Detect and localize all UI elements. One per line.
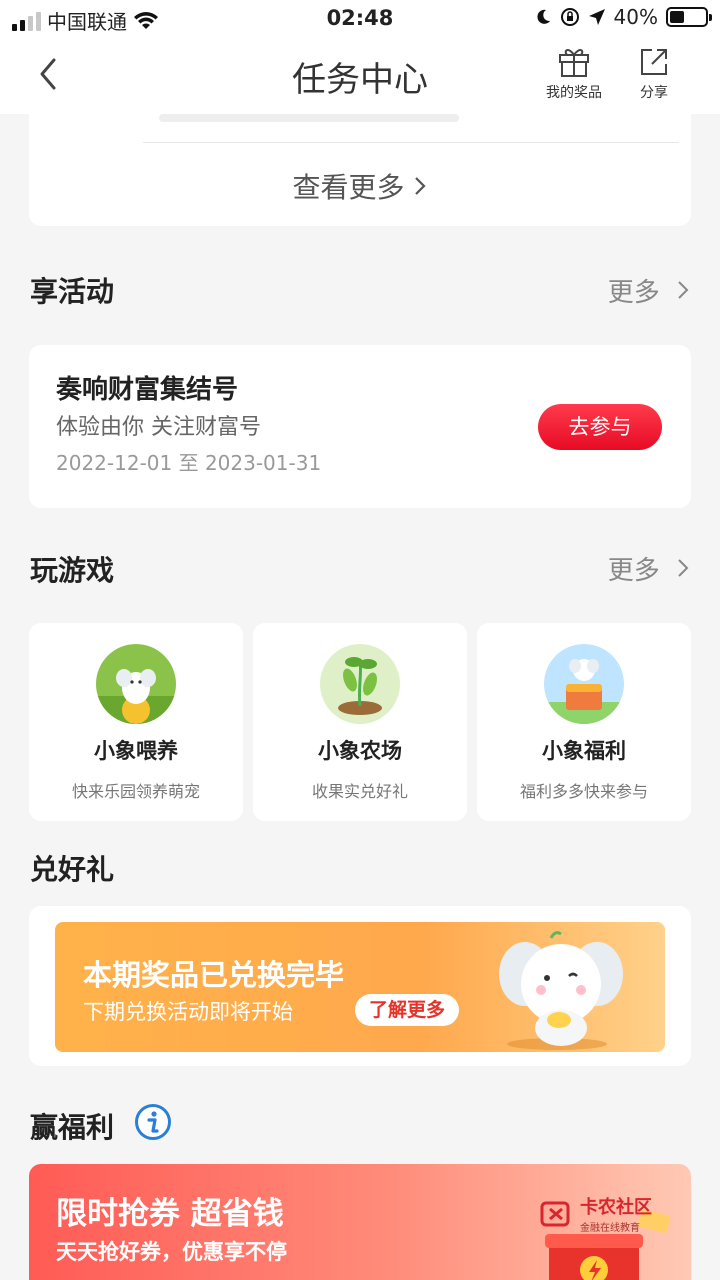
game-card-welfare[interactable]: 小象福利 福利多多快来参与 <box>477 623 691 821</box>
welfare-title: 赢福利 <box>30 1111 115 1144</box>
activity-desc: 体验由你 关注财富号 <box>56 415 261 440</box>
battery-percent: 40% <box>613 5 658 29</box>
top-bar: 中国联通 02:48 40% 任务中心 我的奖品 分享 <box>0 0 720 114</box>
divider <box>143 142 679 143</box>
battery-icon <box>666 7 712 27</box>
game-name: 小象农场 <box>318 739 402 763</box>
chevron-right-icon <box>415 177 427 195</box>
watermark-name: 卡农社区 <box>580 1197 652 1218</box>
bean-sprout-icon <box>320 644 400 724</box>
my-prizes-button[interactable]: 我的奖品 <box>534 46 614 102</box>
elephant-mascot-icon <box>499 931 623 1050</box>
activities-more-link[interactable]: 更多 <box>608 272 690 309</box>
nav-bar: 任务中心 我的奖品 分享 <box>0 38 720 114</box>
gift-icon <box>559 49 589 77</box>
elephant-feeding-icon <box>96 644 176 724</box>
game-card-farm[interactable]: 小象农场 收果实兑好礼 <box>253 623 467 821</box>
banner-title: 本期奖品已兑换完毕 <box>83 958 345 992</box>
activities-title: 享活动 <box>30 275 115 308</box>
join-button[interactable]: 去参与 <box>538 404 662 450</box>
game-desc: 收果实兑好礼 <box>311 782 408 801</box>
task-list-card: 查看更多 <box>29 114 691 226</box>
game-name: 小象福利 <box>542 739 626 763</box>
activity-name: 奏响财富集结号 <box>56 375 239 405</box>
gifts-title: 兑好礼 <box>30 853 115 886</box>
clipped-row <box>159 114 459 122</box>
chevron-right-icon <box>678 281 689 299</box>
share-button[interactable]: 分享 <box>614 46 694 102</box>
activity-card[interactable]: 奏响财富集结号 体验由你 关注财富号 2022-12-01 至 2023-01-… <box>29 345 691 508</box>
moon-icon <box>536 9 550 24</box>
games-more-link[interactable]: 更多 <box>608 550 690 587</box>
games-more-label: 更多 <box>607 556 660 586</box>
gift-card: 本期奖品已兑换完毕 下期兑换活动即将开始 了解更多 <box>29 906 691 1066</box>
rotation-lock-icon <box>560 8 579 26</box>
view-more-label: 查看更多 <box>292 171 405 204</box>
game-card-feeding[interactable]: 小象喂养 快来乐园领养萌宠 <box>29 623 243 821</box>
share-icon <box>641 49 667 75</box>
games-title: 玩游戏 <box>30 554 115 587</box>
learn-more-button[interactable]: 了解更多 <box>355 994 460 1026</box>
activity-date: 2022-12-01 至 2023-01-31 <box>56 451 322 475</box>
activities-more-label: 更多 <box>607 278 660 308</box>
coupon-title: 限时抢券 超省钱 <box>56 1196 284 1232</box>
view-more-link[interactable]: 查看更多 <box>29 166 691 206</box>
my-prizes-label: 我的奖品 <box>546 85 602 101</box>
exchange-banner[interactable]: 本期奖品已兑换完毕 下期兑换活动即将开始 了解更多 <box>55 922 665 1052</box>
game-name: 小象喂养 <box>94 739 178 763</box>
treasure-chest-icon <box>544 644 624 724</box>
game-desc: 快来乐园领养萌宠 <box>71 782 200 801</box>
chevron-right-icon <box>678 559 689 577</box>
game-desc: 福利多多快来参与 <box>519 782 648 801</box>
watermark-logo-icon <box>540 1201 570 1226</box>
watermark-tagline: 金融在线教育 <box>580 1223 640 1234</box>
banner-subtitle: 下期兑换活动即将开始 <box>83 1000 293 1024</box>
status-bar: 中国联通 02:48 40% <box>0 0 720 38</box>
share-label: 分享 <box>640 85 668 101</box>
coupon-subtitle: 天天抢好券，优惠享不停 <box>56 1240 287 1264</box>
location-icon <box>588 9 605 25</box>
watermark: 卡农社区 金融在线教育 <box>540 1193 652 1234</box>
info-icon[interactable] <box>134 1103 172 1141</box>
